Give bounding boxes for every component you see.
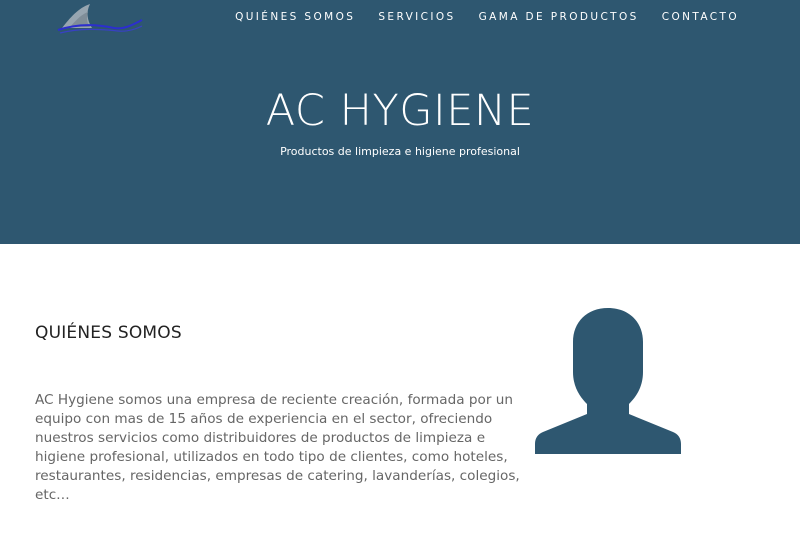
shark-fin-logo-icon (57, 4, 143, 34)
nav-gama-de-productos[interactable]: GAMA DE PRODUCTOS (456, 10, 639, 24)
section-title: QUIÉNES SOMOS (35, 323, 182, 343)
nav-quienes-somos[interactable]: QUIÉNES SOMOS (212, 10, 355, 24)
section-body-text: AC Hygiene somos una empresa de reciente… (35, 392, 520, 503)
hero-banner: QUIÉNES SOMOS SERVICIOS GAMA DE PRODUCTO… (0, 0, 800, 244)
hero-subtitle: Productos de limpieza e higiene profesio… (280, 145, 520, 158)
site-logo[interactable] (56, 0, 146, 36)
main-nav: QUIÉNES SOMOS SERVICIOS GAMA DE PRODUCTO… (212, 10, 739, 24)
nav-contacto[interactable]: CONTACTO (639, 10, 739, 24)
nav-servicios[interactable]: SERVICIOS (355, 10, 455, 24)
hero-title: AC HYGIENE (265, 86, 535, 136)
person-silhouette-icon (535, 308, 681, 454)
